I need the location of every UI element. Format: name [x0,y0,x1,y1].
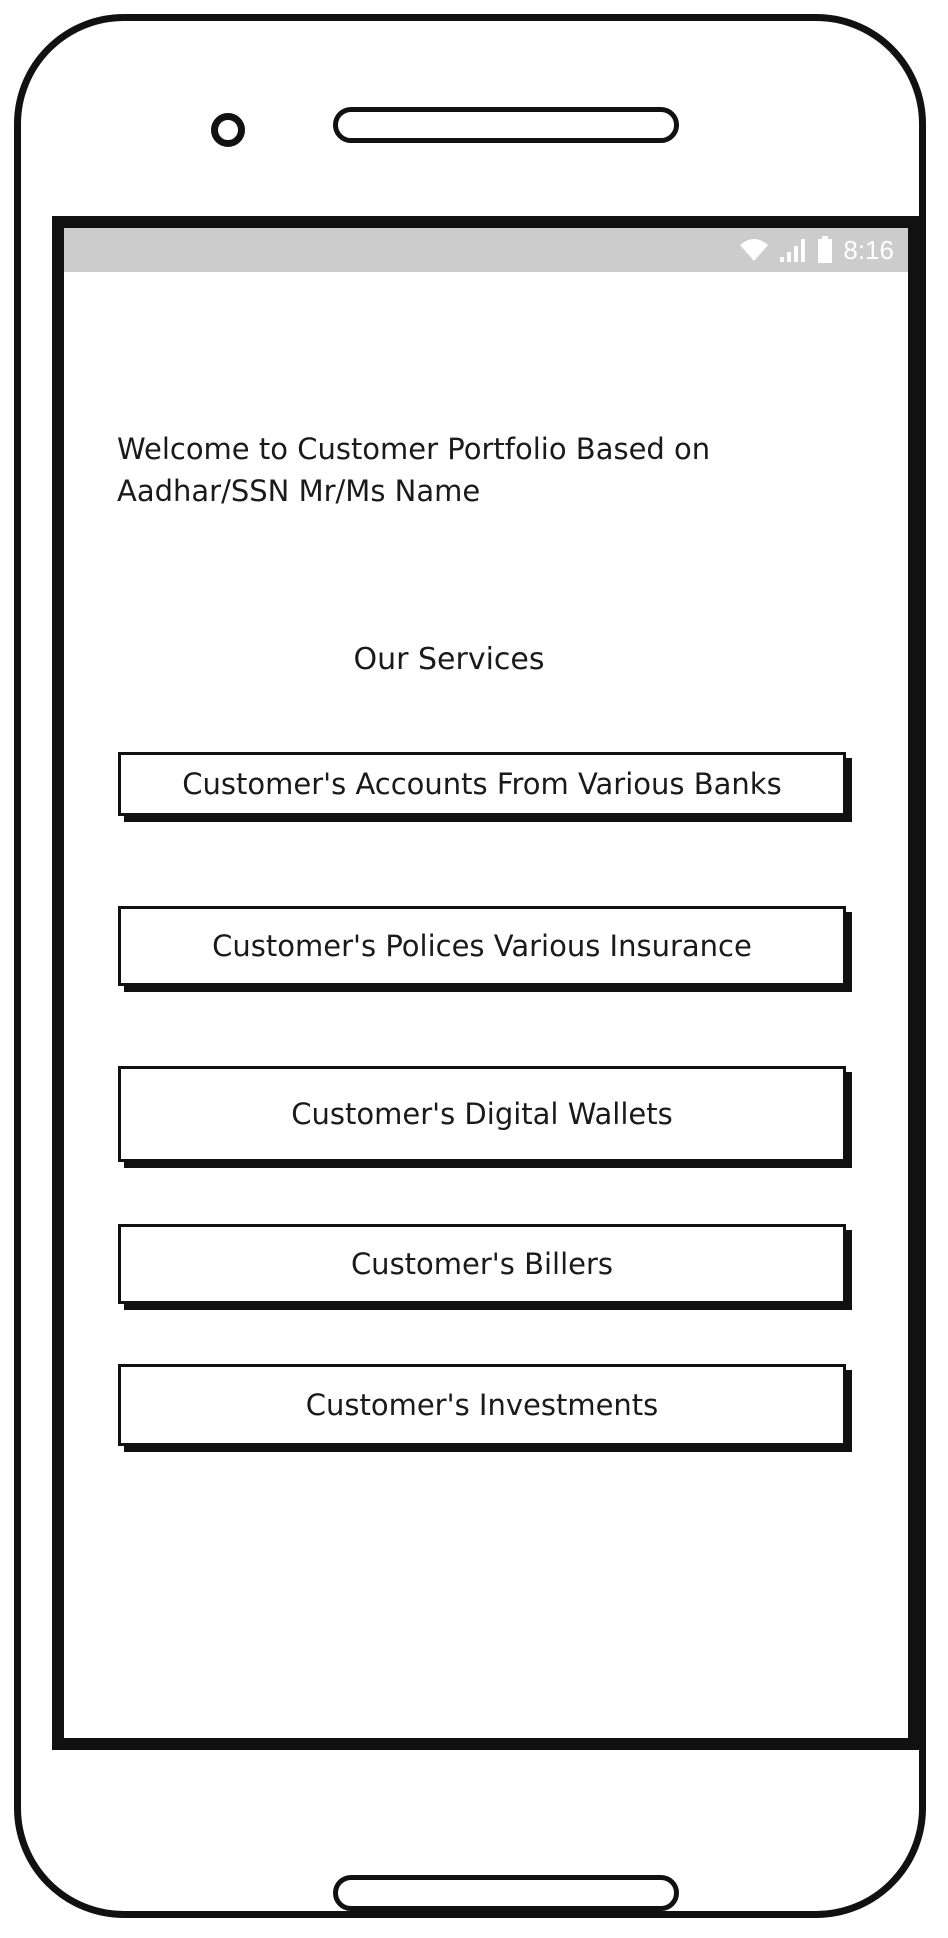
status-icons: 8:16 [739,235,894,265]
services-heading: Our Services [353,642,545,677]
status-time: 8:16 [843,235,894,265]
billers-button[interactable]: Customer's Billers [118,1224,846,1304]
speaker-grille [333,107,679,143]
wifi-icon [739,237,769,263]
welcome-message: Welcome to Customer Portfolio Based on A… [117,432,711,508]
battery-icon [817,236,833,264]
home-button[interactable] [333,1875,679,1911]
phone-screen: 8:16 Welcome to Customer Portfolio Based… [52,216,920,1750]
accounts-button[interactable]: Customer's Accounts From Various Banks [118,752,846,816]
signal-icon [779,237,807,263]
digital-wallets-button[interactable]: Customer's Digital Wallets [118,1066,846,1162]
camera-icon [211,113,245,147]
policies-button[interactable]: Customer's Polices Various Insurance [118,906,846,986]
investments-button[interactable]: Customer's Investments [118,1364,846,1446]
status-bar: 8:16 [64,228,908,272]
